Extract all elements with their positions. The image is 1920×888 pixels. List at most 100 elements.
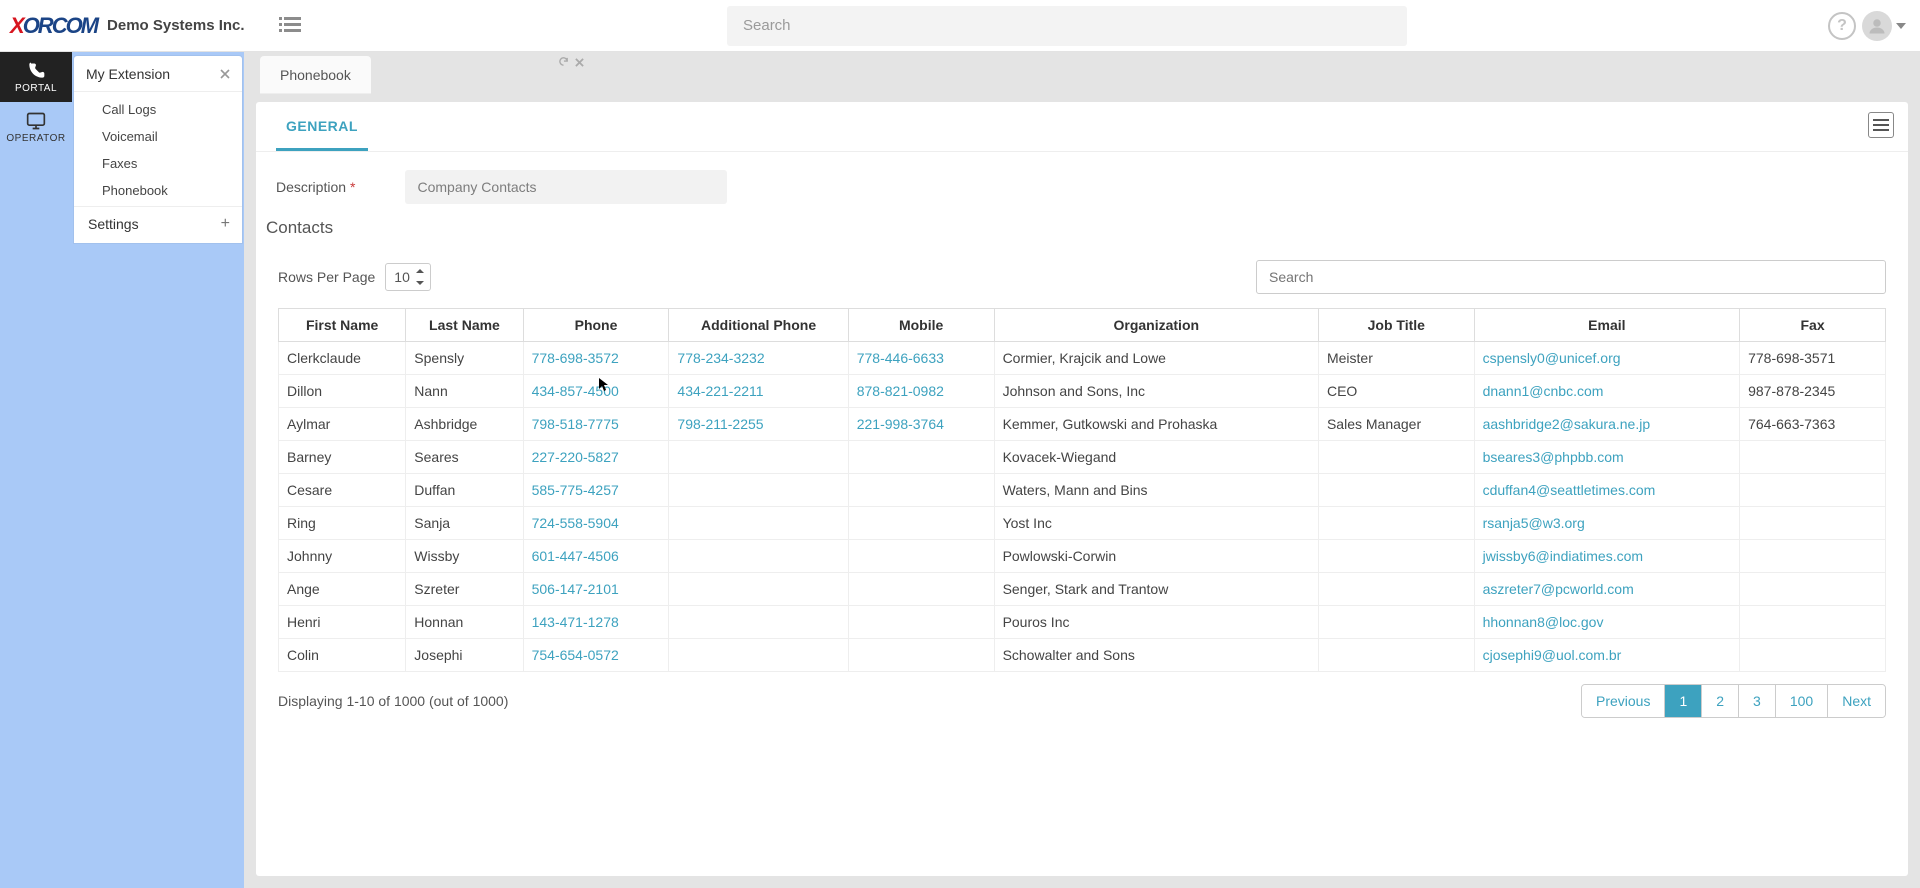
cell-phone[interactable]: 585-775-4257 (523, 474, 669, 507)
page-button[interactable]: Next (1827, 685, 1885, 717)
table-row[interactable]: ClerkclaudeSpensly778-698-3572778-234-32… (279, 342, 1886, 375)
cell-phone[interactable]: 778-698-3572 (523, 342, 669, 375)
table-search-input[interactable] (1256, 260, 1886, 294)
cell-phone[interactable]: 754-654-0572 (523, 639, 669, 672)
cell-email[interactable]: rsanja5@w3.org (1474, 507, 1740, 540)
description-input[interactable] (405, 170, 727, 204)
page-button[interactable]: 100 (1775, 685, 1827, 717)
cell-phone[interactable]: 798-518-7775 (523, 408, 669, 441)
chevron-down-icon (1896, 23, 1906, 29)
sidebar-panel-close-button[interactable] (220, 66, 230, 82)
cell-addl (669, 441, 848, 474)
menu-toggle-button[interactable] (274, 10, 306, 42)
col-header[interactable]: Email (1474, 309, 1740, 342)
col-header[interactable]: First Name (279, 309, 406, 342)
tab-phonebook[interactable]: Phonebook (260, 56, 371, 94)
col-header[interactable]: Last Name (406, 309, 523, 342)
cell-email[interactable]: cjosephi9@uol.com.br (1474, 639, 1740, 672)
brand-subtitle: Demo Systems Inc. (107, 17, 245, 34)
close-tab-button[interactable] (575, 56, 584, 70)
cell-title (1318, 507, 1474, 540)
cell-phone[interactable]: 143-471-1278 (523, 606, 669, 639)
table-row[interactable]: AylmarAshbridge798-518-7775798-211-22552… (279, 408, 1886, 441)
sidebar-item-faxes[interactable]: Faxes (74, 150, 242, 177)
topbar-search-input[interactable] (727, 6, 1407, 46)
page-button[interactable]: 3 (1738, 685, 1775, 717)
cell-email[interactable]: bseares3@phpbb.com (1474, 441, 1740, 474)
cell-email[interactable]: aszreter7@pcworld.com (1474, 573, 1740, 606)
phone-icon (26, 61, 46, 81)
table-row[interactable]: AngeSzreter506-147-2101Senger, Stark and… (279, 573, 1886, 606)
brand: XORCOM Demo Systems Inc. (10, 15, 268, 37)
cell-mobile[interactable]: 878-821-0982 (848, 375, 994, 408)
col-header[interactable]: Fax (1740, 309, 1886, 342)
sidebar-item-voicemail[interactable]: Voicemail (74, 123, 242, 150)
cell-last: Honnan (406, 606, 523, 639)
cell-fax: 987-878-2345 (1740, 375, 1886, 408)
cell-email[interactable]: hhonnan8@loc.gov (1474, 606, 1740, 639)
cell-mobile (848, 507, 994, 540)
cell-addl[interactable]: 778-234-3232 (669, 342, 848, 375)
cell-phone[interactable]: 601-447-4506 (523, 540, 669, 573)
page-button[interactable]: Previous (1582, 685, 1664, 717)
cell-last: Szreter (406, 573, 523, 606)
table-row[interactable]: JohnnyWissby601-447-4506Powlowski-Corwin… (279, 540, 1886, 573)
cell-phone[interactable]: 724-558-5904 (523, 507, 669, 540)
cell-mobile[interactable]: 778-446-6633 (848, 342, 994, 375)
rows-per-page-select[interactable]: 10 (385, 263, 431, 291)
cell-last: Ashbridge (406, 408, 523, 441)
page-button[interactable]: 1 (1664, 685, 1701, 717)
cell-org: Kemmer, Gutkowski and Prohaska (994, 408, 1318, 441)
cell-first: Dillon (279, 375, 406, 408)
description-label: Description* (276, 179, 355, 195)
rail-item-portal[interactable]: PORTAL (0, 52, 72, 102)
table-row[interactable]: ColinJosephi754-654-0572Schowalter and S… (279, 639, 1886, 672)
page-button[interactable]: 2 (1701, 685, 1738, 717)
cell-org: Pouros Inc (994, 606, 1318, 639)
table-row[interactable]: RingSanja724-558-5904Yost Incrsanja5@w3.… (279, 507, 1886, 540)
cell-phone[interactable]: 227-220-5827 (523, 441, 669, 474)
sidebar-item-call-logs[interactable]: Call Logs (74, 96, 242, 123)
col-header[interactable]: Mobile (848, 309, 994, 342)
cell-email[interactable]: aashbridge2@sakura.ne.jp (1474, 408, 1740, 441)
cell-addl (669, 474, 848, 507)
cell-email[interactable]: cduffan4@seattletimes.com (1474, 474, 1740, 507)
table-row[interactable]: BarneySeares227-220-5827Kovacek-Wiegandb… (279, 441, 1886, 474)
cell-phone[interactable]: 434-857-4500 (523, 375, 669, 408)
cell-email[interactable]: jwissby6@indiatimes.com (1474, 540, 1740, 573)
sidebar-settings-row[interactable]: Settings + (74, 206, 242, 243)
sidebar-panel-header: My Extension (74, 56, 242, 92)
user-menu-button[interactable] (1862, 11, 1906, 41)
list-view-toggle-button[interactable] (1868, 112, 1894, 138)
cell-mobile (848, 573, 994, 606)
col-header[interactable]: Organization (994, 309, 1318, 342)
cell-addl[interactable]: 798-211-2255 (669, 408, 848, 441)
cell-email[interactable]: cspensly0@unicef.org (1474, 342, 1740, 375)
refresh-tab-button[interactable] (558, 56, 569, 70)
cell-addl[interactable]: 434-221-2211 (669, 375, 848, 408)
cell-org: Powlowski-Corwin (994, 540, 1318, 573)
cell-email[interactable]: dnann1@cnbc.com (1474, 375, 1740, 408)
col-header[interactable]: Additional Phone (669, 309, 848, 342)
col-header[interactable]: Job Title (1318, 309, 1474, 342)
help-button[interactable]: ? (1828, 12, 1856, 40)
cell-fax (1740, 639, 1886, 672)
cell-last: Josephi (406, 639, 523, 672)
cell-first: Barney (279, 441, 406, 474)
card-tabs: GENERAL (256, 102, 1908, 152)
cell-mobile (848, 639, 994, 672)
rail-item-operator[interactable]: OPERATOR (0, 102, 72, 152)
card-tab-general[interactable]: GENERAL (276, 102, 368, 151)
table-row[interactable]: DillonNann434-857-4500434-221-2211878-82… (279, 375, 1886, 408)
cell-phone[interactable]: 506-147-2101 (523, 573, 669, 606)
cell-last: Spensly (406, 342, 523, 375)
cell-mobile[interactable]: 221-998-3764 (848, 408, 994, 441)
cell-title (1318, 540, 1474, 573)
col-header[interactable]: Phone (523, 309, 669, 342)
help-icon: ? (1837, 17, 1847, 35)
avatar (1862, 11, 1892, 41)
sidebar-item-phonebook[interactable]: Phonebook (74, 177, 242, 204)
rail-item-label: PORTAL (15, 83, 57, 94)
table-row[interactable]: HenriHonnan143-471-1278Pouros Inchhonnan… (279, 606, 1886, 639)
table-row[interactable]: CesareDuffan585-775-4257Waters, Mann and… (279, 474, 1886, 507)
